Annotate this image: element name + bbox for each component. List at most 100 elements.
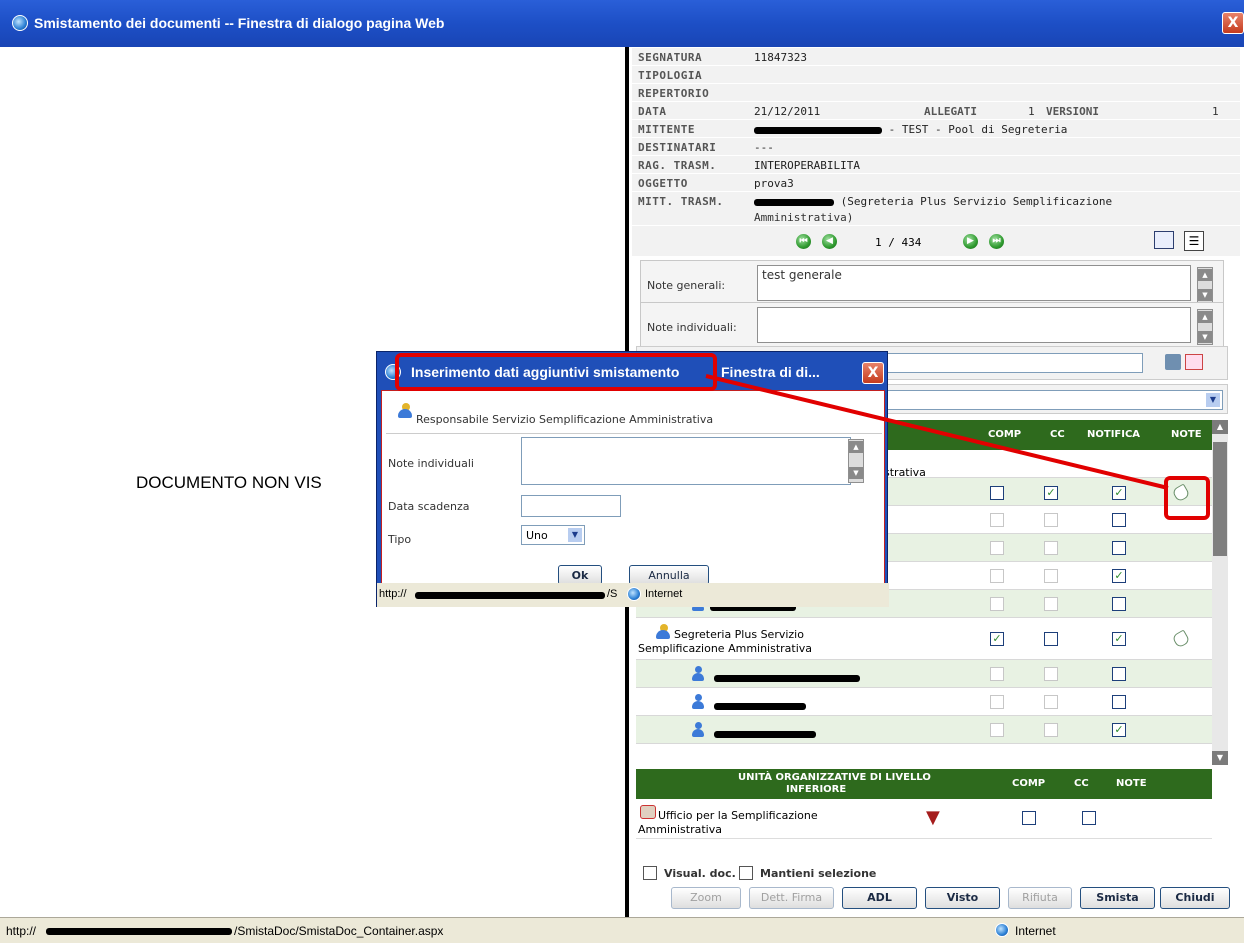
redacted-mitt-trasm [754, 198, 834, 206]
window-title: Smistamento dei documenti -- Finestra di… [34, 15, 445, 31]
mitt-trasm-value-line1: (Segreteria Plus Servizio Semplificazion… [840, 195, 1113, 208]
segnatura-label: SEGNATURA [638, 51, 703, 64]
dialog-annulla-button[interactable]: Annulla [629, 565, 709, 585]
uo-cc-checkbox[interactable] [1082, 811, 1096, 825]
uo-header-line1: UNITÀ ORGANIZZATIVE DI LIVELLO [738, 772, 931, 783]
dialog-tipo-label: Tipo [388, 533, 412, 546]
versioni-value: 1 [1212, 105, 1219, 118]
dialog-tipo-select[interactable]: Uno ▼ [521, 525, 585, 545]
notifica-checkbox[interactable] [1112, 513, 1126, 527]
uo-row: Ufficio per la Semplificazione Amministr… [636, 799, 1212, 839]
prev-page-icon[interactable]: ◀ [822, 234, 837, 249]
next-page-icon[interactable]: ▶ [963, 234, 978, 249]
adl-button[interactable]: ADL [842, 887, 917, 909]
notifica-checkbox[interactable] [1112, 667, 1126, 681]
note-individuali-scrollbar[interactable]: ▲ ▼ [1197, 309, 1213, 345]
dialog-ok-button[interactable]: Ok [558, 565, 602, 585]
seg-line2: Semplificazione Amministrativa [638, 642, 813, 655]
chiudi-button[interactable]: Chiudi [1160, 887, 1230, 909]
oggetto-value: prova3 [754, 177, 794, 190]
redacted-mittente [754, 126, 882, 134]
chevron-down-icon[interactable]: ▼ [1206, 393, 1220, 407]
segnatura-value: 11847323 [754, 51, 807, 64]
visual-doc-checkbox[interactable] [643, 866, 657, 880]
zoom-button[interactable]: Zoom [671, 887, 741, 909]
rifiuta-button[interactable]: Rifiuta [1008, 887, 1072, 909]
dialog-status-bar: http:// /S Internet [377, 583, 889, 607]
group-icon [396, 403, 412, 419]
redacted-name [714, 703, 806, 710]
note-individuali-box: Note individuali: ▲ ▼ [640, 302, 1224, 350]
rag-trasm-value: INTEROPERABILITA [754, 159, 860, 172]
scroll-up-icon[interactable]: ▲ [1212, 420, 1228, 434]
redacted-name [714, 675, 860, 682]
pager-bar: ⏮ ◀ 1 / 434 ▶ ⏭ ☰ [632, 226, 1240, 256]
dialog-scadenza-input[interactable] [521, 495, 621, 517]
notifica-checkbox[interactable] [1112, 541, 1126, 555]
scroll-down-icon[interactable]: ▼ [1212, 751, 1228, 765]
mantieni-checkbox[interactable] [739, 866, 753, 880]
dialog-status-prefix: http:// [379, 588, 407, 600]
comp-checkbox [990, 569, 1004, 583]
comp-checkbox [990, 695, 1004, 709]
document-not-visible-message: DOCUMENTO NON VIS [136, 473, 322, 492]
cc-checkbox [1044, 513, 1058, 527]
notifica-checkbox[interactable] [1112, 695, 1126, 709]
note-individuali-label: Note individuali: [647, 321, 737, 334]
cc-checkbox [1044, 723, 1058, 737]
dialog-status-zone: Internet [645, 588, 683, 600]
note-generali-scrollbar[interactable]: ▲ ▼ [1197, 267, 1213, 303]
user-icon [692, 722, 704, 738]
grid-scrollbar[interactable]: ▲ ▼ [1212, 420, 1228, 765]
data-label: DATA [638, 105, 667, 118]
dett-firma-button[interactable]: Dett. Firma [749, 887, 834, 909]
internet-zone-icon [627, 587, 641, 601]
redacted-host [46, 928, 232, 935]
status-bar: http:// /SmistaDoc/SmistaDoc_Container.a… [0, 917, 1244, 943]
versioni-label: VERSIONI [1046, 105, 1099, 118]
group-icon [654, 624, 670, 640]
destinatari-label: DESTINATARI [638, 141, 717, 154]
note-generali-box: Note generali: test generale ▲ ▼ [640, 260, 1224, 308]
first-page-icon[interactable]: ⏮ [796, 234, 811, 249]
last-page-icon[interactable]: ⏭ [989, 234, 1004, 249]
address-book-icon[interactable] [1165, 354, 1181, 370]
redacted-name [714, 731, 816, 738]
cc-checkbox [1044, 695, 1058, 709]
window-close-button[interactable]: X [1222, 12, 1244, 34]
office-icon [640, 805, 656, 819]
uo-col-cc: CC [1074, 778, 1089, 789]
list-icon[interactable]: ☰ [1184, 231, 1204, 251]
comp-checkbox [990, 667, 1004, 681]
comp-checkbox [990, 597, 1004, 611]
window-titlebar: Smistamento dei documenti -- Finestra di… [0, 0, 1244, 47]
uo-comp-checkbox[interactable] [1022, 811, 1036, 825]
notifica-checkbox[interactable]: ✓ [1112, 723, 1126, 737]
notifica-checkbox[interactable] [1112, 597, 1126, 611]
chevron-down-icon[interactable]: ▼ [568, 528, 582, 542]
note-individuali-textarea[interactable] [757, 307, 1191, 343]
visto-button[interactable]: Visto [925, 887, 1000, 909]
notifica-checkbox[interactable]: ✓ [1112, 632, 1126, 646]
ie-page-icon [12, 15, 28, 31]
uo-row-line1: Ufficio per la Semplificazione [658, 809, 818, 822]
expand-arrow-icon[interactable]: ▼ [926, 807, 940, 828]
status-url: /SmistaDoc/SmistaDoc_Container.aspx [234, 924, 444, 938]
note-generali-label: Note generali: [647, 279, 726, 292]
note-generali-textarea[interactable]: test generale [757, 265, 1191, 301]
smista-button[interactable]: Smista [1080, 887, 1155, 909]
note-icon[interactable] [1171, 629, 1191, 649]
search-zoom-icon[interactable] [1185, 354, 1203, 370]
uo-row-line2: Amministrativa [638, 823, 722, 836]
notifica-checkbox[interactable]: ✓ [1112, 569, 1126, 583]
cc-checkbox [1044, 541, 1058, 555]
internet-zone-icon [995, 923, 1009, 937]
destinatari-value: --- [754, 141, 774, 154]
cc-checkbox [1044, 569, 1058, 583]
scroll-thumb[interactable] [1213, 442, 1227, 556]
comp-checkbox[interactable]: ✓ [990, 632, 1004, 646]
tipologia-label: TIPOLOGIA [638, 69, 703, 82]
cc-checkbox[interactable] [1044, 632, 1058, 646]
edit-note-icon[interactable] [1154, 231, 1174, 249]
mantieni-label: Mantieni selezione [760, 867, 877, 880]
